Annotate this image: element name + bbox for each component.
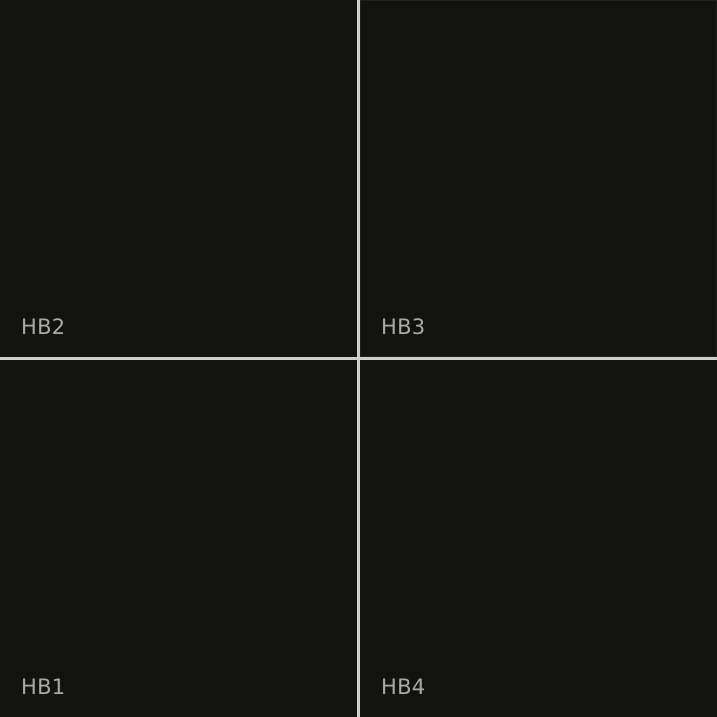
camera-tile-hb1[interactable]: HB1 [0,360,357,717]
camera-tile-hb4[interactable]: HB4 [360,360,717,717]
camera-tile-hb3[interactable]: HB3 [360,0,717,357]
camera-tile-label: HB4 [381,675,426,699]
camera-tile-label: HB1 [21,675,66,699]
camera-tile-label: HB2 [21,315,66,339]
camera-tile-hb2[interactable]: HB2 [0,0,357,357]
camera-grid: HB2 HB3 HB1 HB4 [0,0,717,717]
camera-tile-label: HB3 [381,315,426,339]
